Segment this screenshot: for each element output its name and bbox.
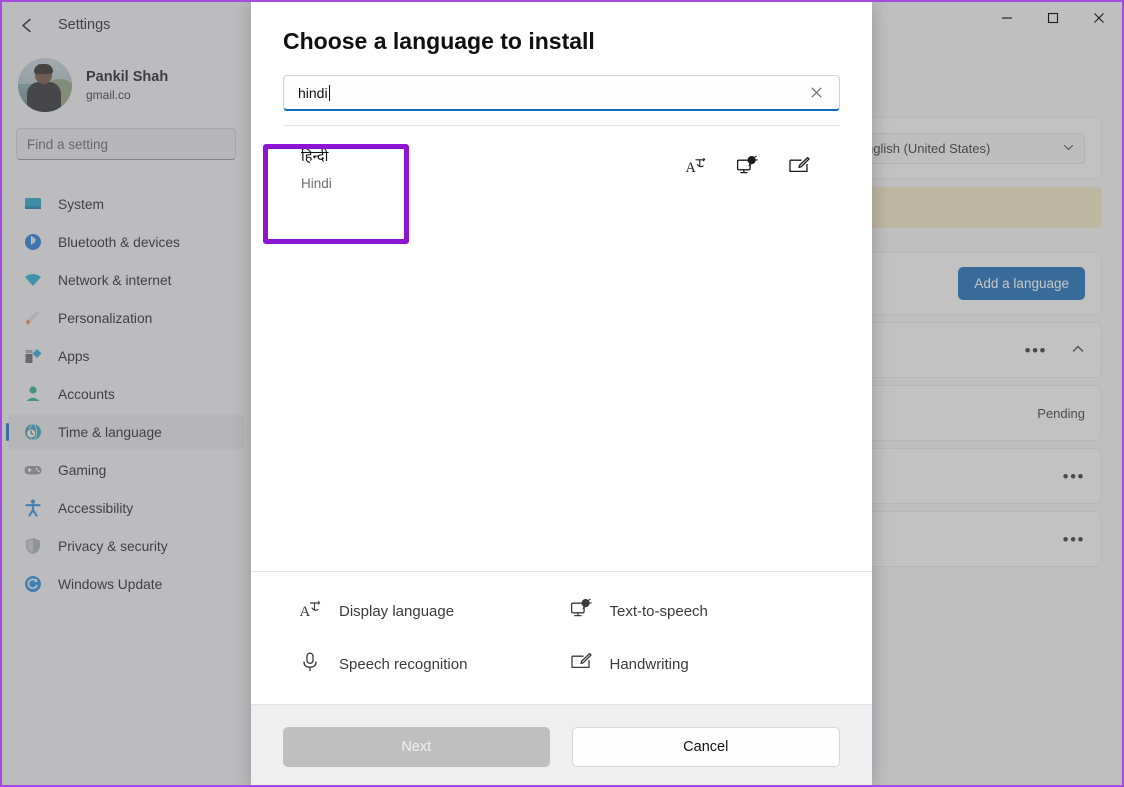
row-menu-icon[interactable]: •••	[1025, 342, 1047, 359]
legend-label: Text-to-speech	[610, 603, 708, 620]
minimize-button[interactable]	[984, 2, 1030, 34]
handwriting-icon	[570, 651, 592, 678]
user-profile[interactable]: Pankil Shah gmail.co	[2, 48, 250, 124]
add-language-button[interactable]: Add a language	[958, 267, 1085, 300]
text-to-speech-icon	[736, 155, 758, 182]
shield-icon	[22, 535, 44, 557]
sidebar-nav: System Bluetooth & devices Network & int…	[2, 170, 250, 602]
wifi-icon	[22, 269, 44, 291]
gamepad-icon	[22, 459, 44, 481]
clock-globe-icon	[22, 421, 44, 443]
row-menu-icon[interactable]: •••	[1063, 531, 1085, 548]
language-search-value: hindi	[298, 85, 328, 101]
legend-handwriting: Handwriting	[570, 651, 841, 678]
sidebar-item-personalization[interactable]: Personalization	[8, 300, 244, 336]
maximize-button[interactable]	[1030, 2, 1076, 34]
legend-label: Handwriting	[610, 656, 689, 673]
profile-name: Pankil Shah	[86, 68, 168, 86]
sidebar-item-label: Accounts	[58, 387, 115, 402]
sidebar-item-label: Time & language	[58, 425, 162, 440]
person-icon	[22, 383, 44, 405]
sidebar-item-accounts[interactable]: Accounts	[8, 376, 244, 412]
chevron-up-icon[interactable]	[1071, 342, 1085, 359]
update-icon	[22, 573, 44, 595]
brush-icon	[22, 307, 44, 329]
close-button[interactable]	[1076, 2, 1122, 34]
sidebar-item-network-internet[interactable]: Network & internet	[8, 262, 244, 298]
sidebar-item-label: System	[58, 197, 104, 212]
language-english-name: Hindi	[301, 176, 332, 191]
svg-text:A: A	[300, 604, 311, 620]
sidebar-item-system[interactable]: System	[8, 186, 244, 222]
display-language-dropdown[interactable]: nglish (United States)	[855, 133, 1085, 164]
language-capabilities: A	[685, 155, 840, 182]
sidebar-item-windows-update[interactable]: Windows Update	[8, 566, 244, 602]
search-input[interactable]: Find a setting	[16, 128, 236, 160]
cancel-button[interactable]: Cancel	[572, 727, 841, 767]
legend-display-language: A Display language	[299, 598, 570, 625]
choose-language-dialog: Choose a language to install hindi हिन्द…	[251, 2, 872, 787]
sidebar-item-privacy-security[interactable]: Privacy & security	[8, 528, 244, 564]
display-icon	[22, 193, 44, 215]
display-language-icon: A	[685, 155, 706, 181]
avatar	[18, 58, 72, 112]
dialog-header: Choose a language to install	[251, 2, 872, 55]
legend-text-to-speech: Text-to-speech	[570, 598, 841, 625]
sidebar-item-label: Bluetooth & devices	[58, 235, 180, 250]
microphone-icon	[299, 651, 321, 678]
sidebar-item-time-language[interactable]: Time & language	[8, 414, 244, 450]
svg-text:A: A	[685, 160, 696, 176]
settings-window: Settings Pankil Shah gmail.co Find a set…	[0, 0, 1124, 787]
accessibility-icon	[22, 497, 44, 519]
sidebar-search-wrap: Find a setting	[2, 124, 250, 170]
legend-label: Display language	[339, 603, 454, 620]
clear-search-icon[interactable]	[803, 80, 829, 106]
capabilities-legend: A Display language	[251, 571, 872, 704]
sidebar-item-accessibility[interactable]: Accessibility	[8, 490, 244, 526]
display-language-value: nglish (United States)	[866, 141, 990, 156]
sidebar-item-label: Windows Update	[58, 577, 162, 592]
legend-label: Speech recognition	[339, 656, 467, 673]
chevron-down-icon	[1063, 141, 1074, 156]
sidebar-item-label: Privacy & security	[58, 539, 168, 554]
sidebar-item-bluetooth-devices[interactable]: Bluetooth & devices	[8, 224, 244, 260]
sidebar-item-label: Gaming	[58, 463, 106, 478]
text-caret	[329, 85, 330, 101]
sidebar-item-apps[interactable]: Apps	[8, 338, 244, 374]
sidebar: Settings Pankil Shah gmail.co Find a set…	[2, 2, 250, 785]
dialog-search-area: hindi	[251, 55, 872, 126]
sidebar-titlebar: Settings	[2, 2, 250, 48]
sidebar-item-label: Network & internet	[58, 273, 172, 288]
legend-speech-recognition: Speech recognition	[299, 651, 570, 678]
sidebar-item-label: Apps	[58, 349, 89, 364]
dialog-footer: Next Cancel	[251, 704, 872, 787]
sidebar-item-gaming[interactable]: Gaming	[8, 452, 244, 488]
status-badge: Pending	[1037, 406, 1085, 421]
dialog-title: Choose a language to install	[283, 28, 840, 55]
bluetooth-icon	[22, 231, 44, 253]
app-title: Settings	[58, 17, 110, 33]
sidebar-item-label: Personalization	[58, 311, 152, 326]
profile-email: gmail.co	[86, 88, 168, 102]
back-arrow-icon[interactable]	[12, 10, 42, 40]
text-to-speech-icon	[570, 598, 592, 625]
list-item[interactable]: हिन्दी Hindi A	[251, 126, 872, 210]
window-controls	[984, 2, 1122, 34]
language-results-list: हिन्दी Hindi A	[251, 126, 872, 571]
apps-icon	[22, 345, 44, 367]
language-native-name: हिन्दी	[301, 146, 332, 166]
next-button[interactable]: Next	[283, 727, 550, 767]
language-search-input[interactable]: hindi	[283, 75, 840, 111]
handwriting-icon	[788, 155, 810, 182]
sidebar-item-label: Accessibility	[58, 501, 133, 516]
row-menu-icon[interactable]: •••	[1063, 468, 1085, 485]
display-language-icon: A	[299, 598, 321, 625]
search-placeholder: Find a setting	[27, 137, 108, 152]
